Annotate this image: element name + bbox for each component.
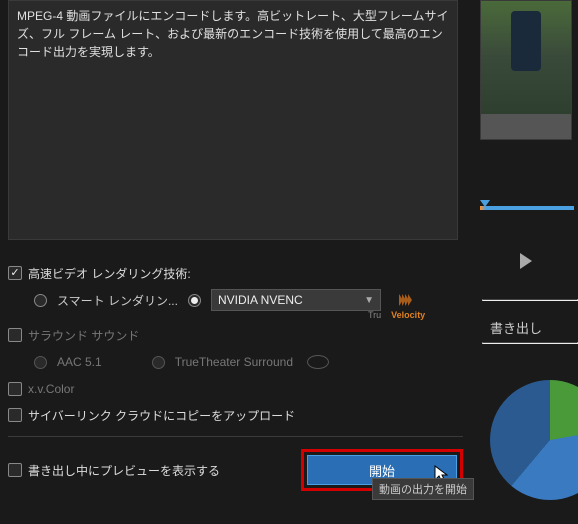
- xvcolor-label: x.v.Color: [28, 382, 74, 396]
- highspeed-rendering-checkbox[interactable]: [8, 266, 22, 280]
- surround-sub-row: AAC 5.1 TrueTheater Surround: [8, 348, 463, 376]
- hw-encoder-dropdown[interactable]: NVIDIA NVENC ▼: [211, 289, 381, 311]
- preview-thumbnail: [480, 0, 572, 140]
- play-icon[interactable]: [520, 253, 532, 269]
- preview-during-export-checkbox[interactable]: [8, 463, 22, 477]
- divider: [8, 436, 463, 437]
- start-button-label: 開始: [369, 461, 395, 480]
- highspeed-rendering-label: 高速ビデオ レンダリング技術:: [28, 265, 191, 282]
- start-tooltip: 動画の出力を開始: [372, 478, 474, 500]
- timeline-bar[interactable]: [480, 206, 574, 210]
- eye-icon: [307, 355, 329, 369]
- surround-sound-row: サラウンド サウンド: [8, 322, 463, 348]
- true-velocity-badge: [399, 294, 411, 306]
- cyberlink-cloud-row: サイバーリンク クラウドにコピーをアップロード: [8, 402, 463, 428]
- chevron-down-icon: ▼: [364, 295, 374, 306]
- right-preview-panel: 書き出し: [480, 0, 578, 524]
- xvcolor-row: x.v.Color: [8, 376, 463, 402]
- smart-rendering-label: スマート レンダリン...: [57, 292, 178, 309]
- truetheater-radio: [152, 356, 165, 369]
- format-description: MPEG-4 動画ファイルにエンコードします。高ビットレート、大型フレームサイズ…: [8, 0, 458, 240]
- right-divider: [482, 342, 578, 344]
- hw-encoder-radio[interactable]: [188, 294, 201, 307]
- xvcolor-checkbox[interactable]: [8, 382, 22, 396]
- truetheater-label: TrueTheater Surround: [175, 355, 293, 369]
- velocity-word: Velocity: [391, 310, 425, 320]
- disk-usage-pie: [490, 380, 578, 500]
- highspeed-rendering-row: 高速ビデオ レンダリング技術:: [8, 260, 463, 286]
- hw-encoder-value: NVIDIA NVENC: [218, 293, 303, 307]
- cyberlink-cloud-checkbox[interactable]: [8, 408, 22, 422]
- surround-sound-label: サラウンド サウンド: [28, 327, 139, 344]
- smart-rendering-radio[interactable]: [34, 294, 47, 307]
- aac51-radio: [34, 356, 47, 369]
- export-info-title: 書き出し: [490, 318, 542, 337]
- surround-sound-checkbox[interactable]: [8, 328, 22, 342]
- aac51-label: AAC 5.1: [57, 355, 102, 369]
- velocity-arrows-icon: [399, 294, 411, 306]
- preview-during-export-group: 書き出し中にプレビューを表示する: [8, 462, 220, 479]
- options-area: 高速ビデオ レンダリング技術: スマート レンダリン... NVIDIA NVE…: [8, 260, 463, 495]
- cyberlink-cloud-label: サイバーリンク クラウドにコピーをアップロード: [28, 407, 295, 424]
- preview-during-export-label: 書き出し中にプレビューを表示する: [28, 462, 220, 479]
- right-divider-top: [482, 299, 578, 301]
- export-settings-panel: MPEG-4 動画ファイルにエンコードします。高ビットレート、大型フレームサイズ…: [0, 0, 470, 524]
- velocity-prefix: Tru: [368, 310, 381, 320]
